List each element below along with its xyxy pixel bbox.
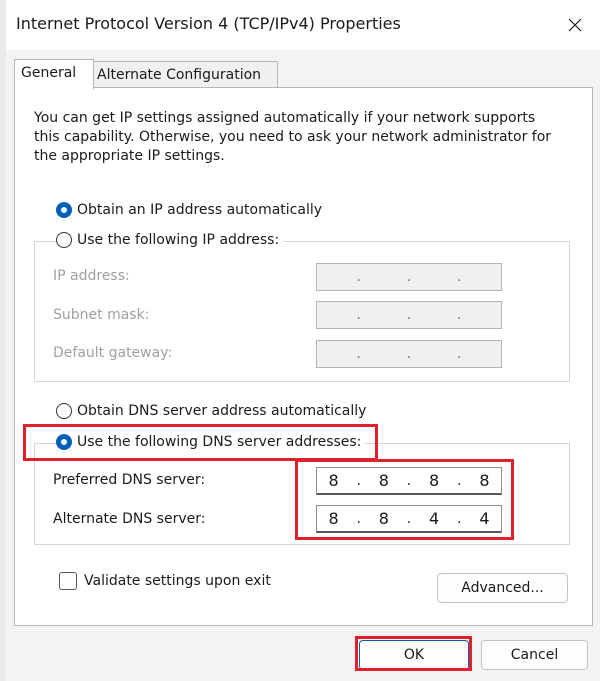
obtain-dns-auto-label: Obtain DNS server address automatically <box>77 403 367 419</box>
dialog-title: Internet Protocol Version 4 (TCP/IPv4) P… <box>16 14 401 33</box>
radio-checked-icon <box>56 434 72 450</box>
subnet-mask-input[interactable]: ... <box>316 301 502 329</box>
radio-checked-icon <box>56 202 72 218</box>
obtain-dns-auto-radio[interactable]: Obtain DNS server address automatically <box>56 403 366 419</box>
use-following-ip-label: Use the following IP address: <box>77 232 280 248</box>
alternate-dns-label: Alternate DNS server: <box>53 511 206 527</box>
ok-button[interactable]: OK <box>359 640 469 670</box>
validate-settings-checkbox[interactable]: Validate settings upon exit <box>59 572 271 590</box>
subnet-mask-label: Subnet mask: <box>53 307 150 323</box>
obtain-ip-auto-radio[interactable]: Obtain an IP address automatically <box>56 202 322 218</box>
title-bar: Internet Protocol Version 4 (TCP/IPv4) P… <box>6 0 600 50</box>
validate-settings-label: Validate settings upon exit <box>84 573 271 589</box>
preferred-dns-label: Preferred DNS server: <box>53 472 206 488</box>
checkbox-unchecked-icon <box>59 572 77 590</box>
use-following-ip-radio[interactable]: Use the following IP address: <box>56 232 284 248</box>
general-tab-panel: You can get IP settings assigned automat… <box>14 87 593 626</box>
tab-general[interactable]: General <box>14 59 94 90</box>
use-following-dns-label: Use the following DNS server addresses: <box>77 434 362 450</box>
obtain-ip-auto-label: Obtain an IP address automatically <box>77 202 323 218</box>
close-icon <box>568 18 582 32</box>
radio-unchecked-icon <box>56 403 72 419</box>
cancel-button[interactable]: Cancel <box>481 640 588 670</box>
ipv4-properties-dialog: Internet Protocol Version 4 (TCP/IPv4) P… <box>6 0 600 681</box>
alternate-dns-input[interactable]: 8. 8. 4. 4 <box>316 505 502 533</box>
use-following-dns-radio[interactable]: Use the following DNS server addresses: <box>56 434 366 450</box>
default-gateway-input[interactable]: ... <box>316 340 502 368</box>
default-gateway-label: Default gateway: <box>53 345 173 361</box>
close-button[interactable] <box>558 8 592 42</box>
ip-address-input[interactable]: ... <box>316 263 502 291</box>
intro-text: You can get IP settings assigned automat… <box>34 110 552 164</box>
preferred-dns-input[interactable]: 8. 8. 8. 8 <box>316 467 502 495</box>
radio-unchecked-icon <box>56 232 72 248</box>
tab-alternate-configuration[interactable]: Alternate Configuration <box>90 61 278 88</box>
advanced-button[interactable]: Advanced... <box>437 573 568 603</box>
ip-address-label: IP address: <box>53 268 130 284</box>
